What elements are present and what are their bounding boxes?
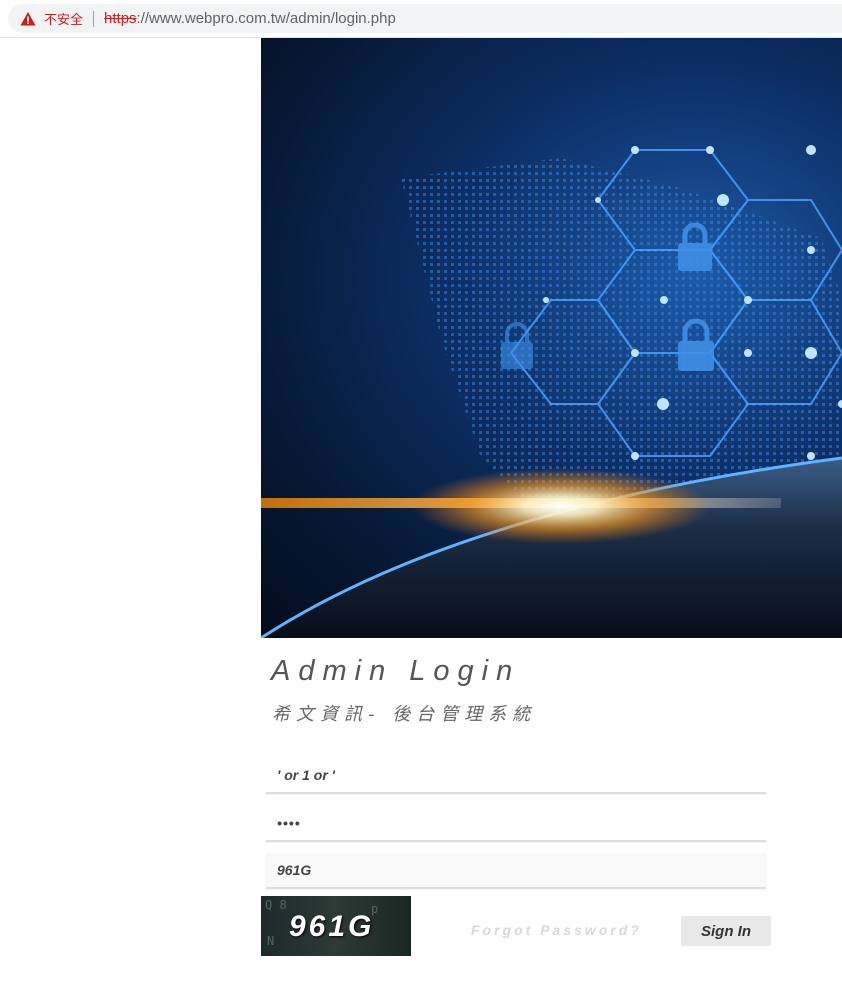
password-input[interactable] [266,806,766,842]
login-subtitle: 希文資訊- 後台管理系統 [272,704,537,725]
warning-icon[interactable] [20,11,36,27]
sign-in-button[interactable]: Sign In [681,916,771,946]
captcha-noise: Q 8 [265,898,287,912]
security-status-label[interactable]: 不安全 [44,9,83,28]
forgot-password-link[interactable]: Forgot Password? [471,922,642,938]
url-scheme: https [104,10,137,27]
omnibox-divider [93,10,95,27]
captcha-image[interactable]: Q 8 p N 961G [261,896,411,956]
captcha-noise: N [267,934,275,948]
username-input[interactable] [266,758,766,794]
cyber-security-globe-image [261,145,842,638]
captcha-input[interactable] [266,853,766,889]
hero-banner-image [261,38,842,638]
omnibox[interactable]: 不安全 https://www.webpro.com.tw/admin/logi… [8,4,842,33]
captcha-code-text: 961G [289,910,375,943]
login-title: Admin Login [271,655,521,687]
url-text: ://www.webpro.com.tw/admin/login.php [136,10,396,27]
browser-address-bar: 不安全 https://www.webpro.com.tw/admin/logi… [0,0,842,38]
